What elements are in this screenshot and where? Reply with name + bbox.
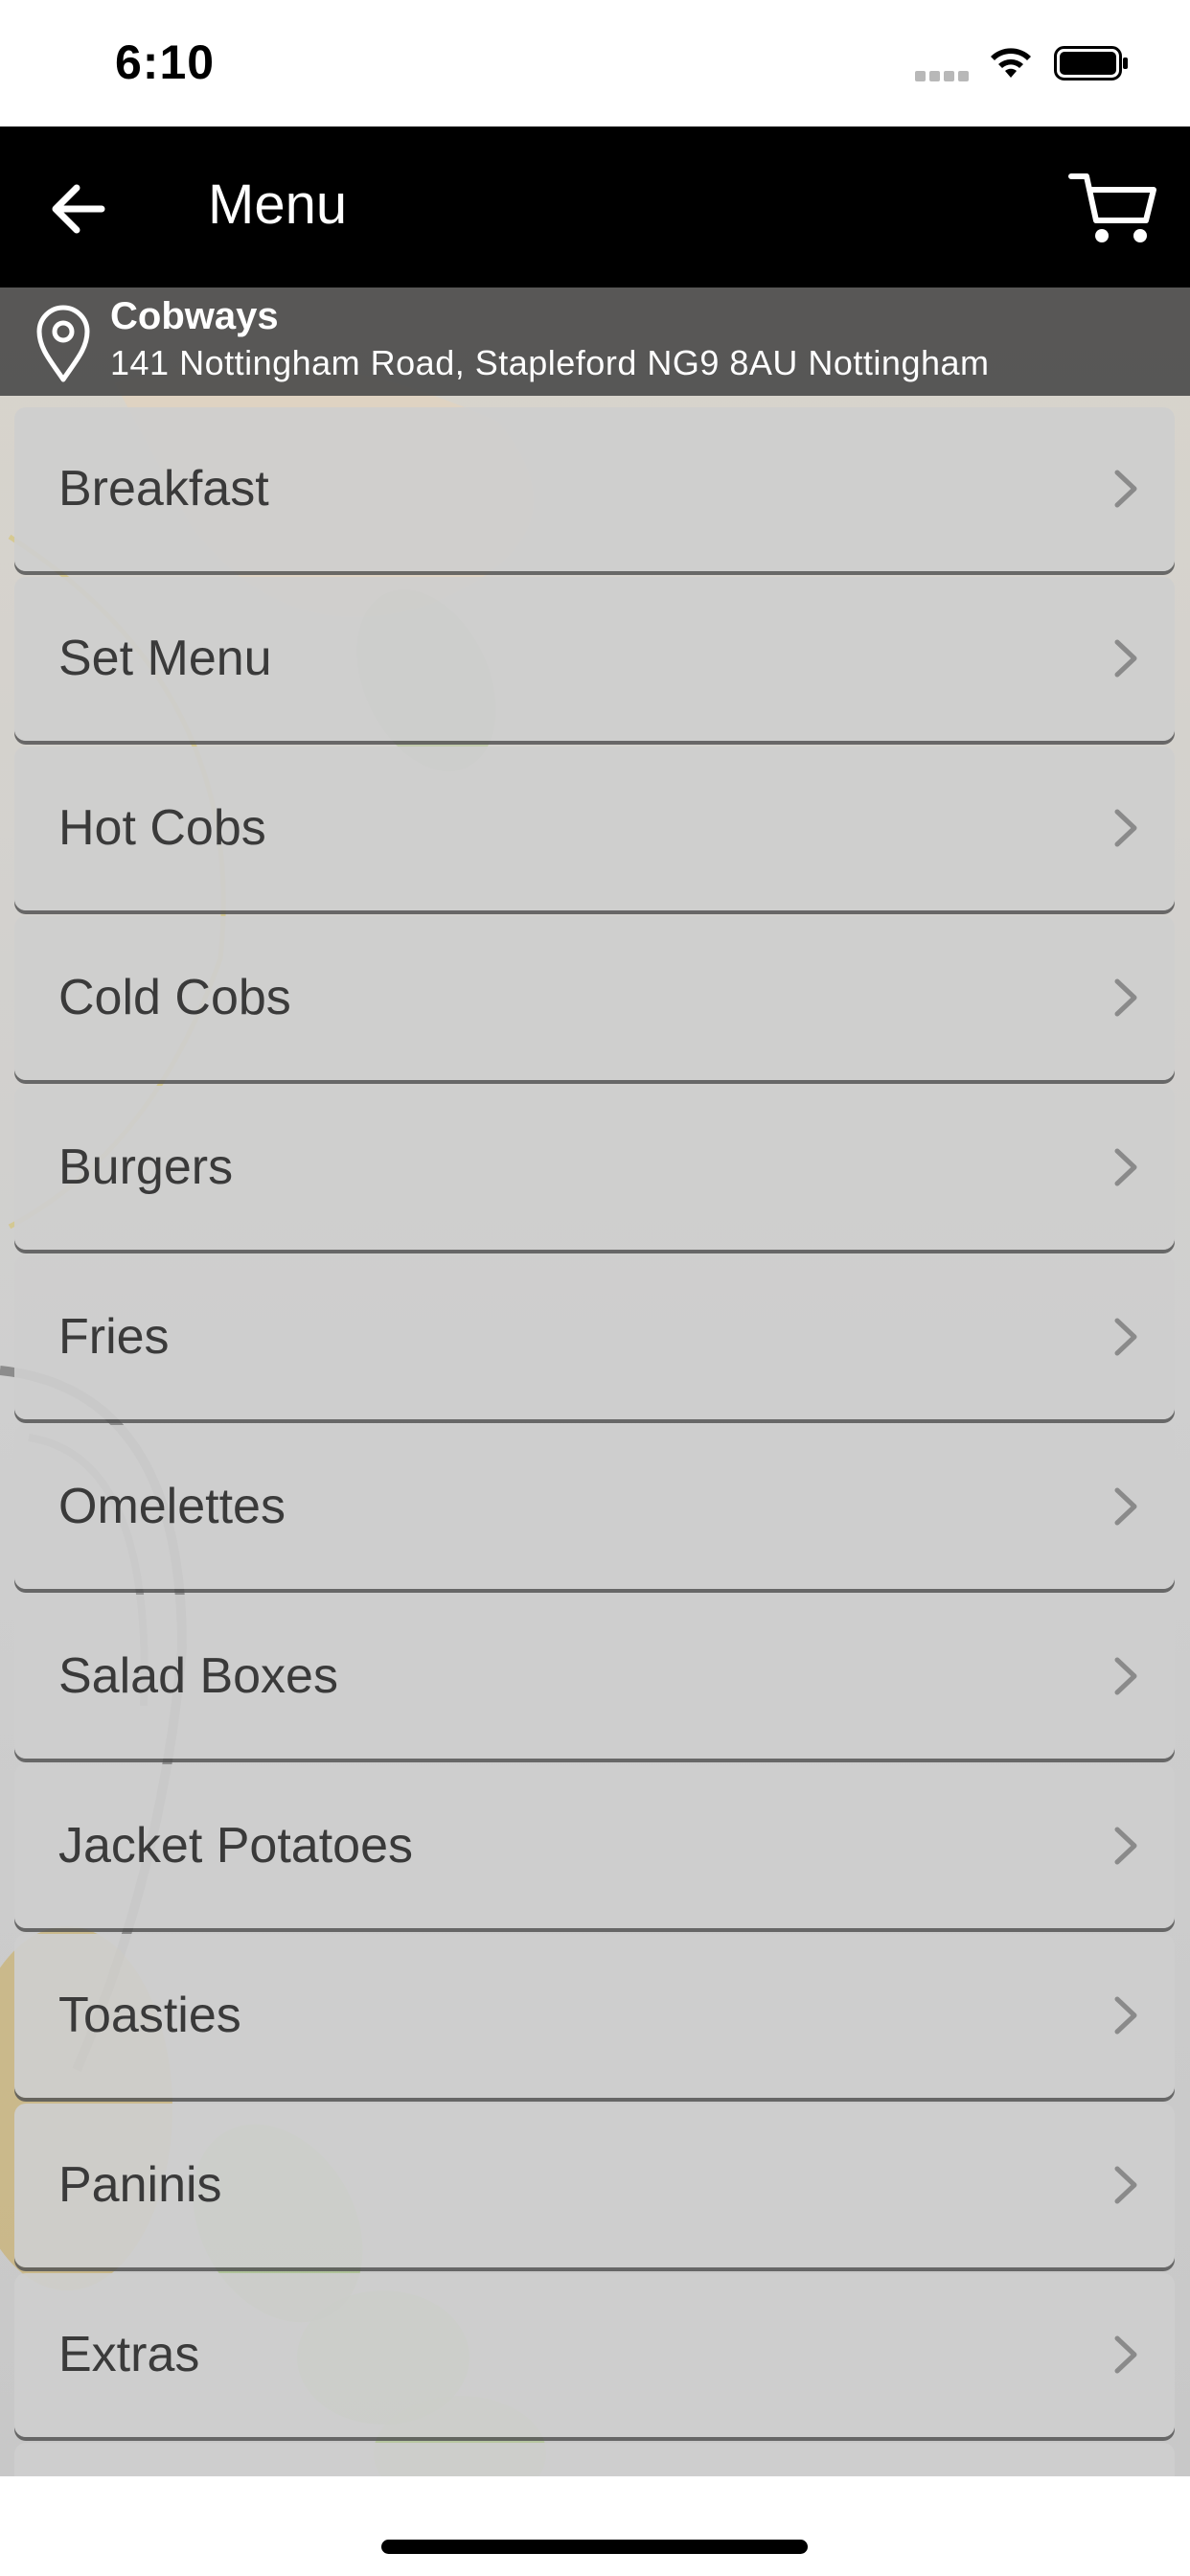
menu-item-salad-boxes[interactable]: Salad Boxes	[14, 1595, 1175, 1759]
cart-icon	[1068, 173, 1156, 242]
chevron-right-icon	[1114, 2335, 1137, 2374]
menu-item-label: Hot Cobs	[58, 800, 266, 856]
signal-dots-icon	[915, 71, 969, 82]
chevron-right-icon	[1114, 2166, 1137, 2204]
chevron-right-icon	[1114, 1827, 1137, 1865]
battery-icon	[1054, 46, 1128, 80]
location-address: 141 Nottingham Road, Stapleford NG9 8AU …	[110, 343, 990, 382]
chevron-right-icon	[1114, 1318, 1137, 1356]
chevron-right-icon	[1114, 1487, 1137, 1526]
menu-item-cold-cobs[interactable]: Cold Cobs	[14, 916, 1175, 1080]
menu-item-label: Set Menu	[58, 631, 272, 686]
menu-item-jacket-potatoes[interactable]: Jacket Potatoes	[14, 1764, 1175, 1928]
menu-item-fries[interactable]: Fries	[14, 1255, 1175, 1419]
cart-button[interactable]	[1065, 165, 1161, 251]
menu-item-breakfast[interactable]: Breakfast	[14, 407, 1175, 571]
location-pin-icon	[36, 305, 90, 382]
chevron-right-icon	[1114, 470, 1137, 508]
menu-item-label: Extras	[58, 2327, 200, 2382]
menu-screen: 6:10 Menu Cobways 141 Nottingham Road, S…	[0, 0, 1190, 2576]
status-bar: 6:10	[0, 0, 1190, 126]
menu-item-label: Burgers	[58, 1139, 234, 1195]
menu-content[interactable]: Cobways 141 Nottingham Road, Stapleford …	[0, 288, 1190, 2476]
menu-item-label: Paninis	[58, 2157, 222, 2213]
menu-item-label: Cold Cobs	[58, 970, 291, 1025]
chevron-right-icon	[1114, 639, 1137, 678]
menu-item-set-menu[interactable]: Set Menu	[14, 577, 1175, 741]
menu-item-toasties[interactable]: Toasties	[14, 1934, 1175, 2098]
menu-item-label: Jacket Potatoes	[58, 1818, 413, 1874]
menu-item-label: Omelettes	[58, 1479, 286, 1534]
home-indicator[interactable]	[381, 2540, 808, 2554]
menu-item-burgers[interactable]: Burgers	[14, 1086, 1175, 1250]
location-header: Cobways 141 Nottingham Road, Stapleford …	[0, 288, 1190, 396]
menu-item-label: Toasties	[58, 1988, 241, 2043]
menu-item-label: Salad Boxes	[58, 1648, 338, 1704]
menu-item-omelettes[interactable]: Omelettes	[14, 1425, 1175, 1589]
chevron-right-icon	[1114, 1996, 1137, 2035]
page-title: Menu	[208, 173, 348, 236]
menu-item-paninis[interactable]: Paninis	[14, 2104, 1175, 2267]
menu-item-label: Fries	[58, 1309, 170, 1365]
navigation-bar: Menu	[0, 126, 1190, 288]
menu-item-extras[interactable]: Extras	[14, 2273, 1175, 2437]
chevron-right-icon	[1114, 1657, 1137, 1695]
arrow-left-icon	[52, 184, 105, 234]
status-time: 6:10	[115, 35, 216, 89]
menu-item-partial[interactable]	[14, 2443, 1175, 2476]
chevron-right-icon	[1114, 978, 1137, 1017]
location-name: Cobways	[110, 295, 279, 337]
menu-item-hot-cobs[interactable]: Hot Cobs	[14, 747, 1175, 910]
wifi-icon	[991, 48, 1031, 78]
back-button[interactable]	[38, 165, 125, 251]
home-indicator-area	[0, 2476, 1190, 2576]
chevron-right-icon	[1114, 809, 1137, 847]
menu-item-label: Breakfast	[58, 461, 269, 517]
chevron-right-icon	[1114, 1148, 1137, 1186]
